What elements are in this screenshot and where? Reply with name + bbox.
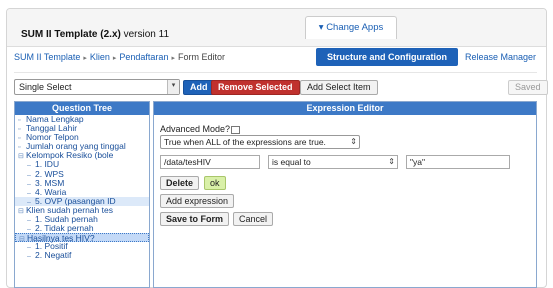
breadcrumb-app[interactable]: SUM II Template: [14, 52, 80, 62]
select-arrows-icon: ⇕: [350, 137, 357, 146]
expression-editor-panel: Expression Editor Advanced Mode? True wh…: [153, 101, 537, 288]
breadcrumb: SUM II Template ▸ Klien ▸ Pendaftaran ▸ Form E…: [14, 52, 225, 62]
operator-value: is equal to: [272, 157, 311, 167]
add-select-item-button[interactable]: Add Select Item: [300, 80, 378, 95]
breadcrumb-module[interactable]: Klien: [90, 52, 110, 62]
dropdown-arrow-icon: ▾: [167, 80, 179, 94]
expression-mode-select[interactable]: True when ALL of the expressions are tru…: [160, 135, 360, 149]
breadcrumb-current: Form Editor: [177, 52, 225, 62]
compare-value-input[interactable]: "ya": [406, 155, 510, 169]
tab-release-manager[interactable]: Release Manager: [465, 52, 536, 62]
option-icon: –: [27, 253, 31, 261]
expression-editor-title: Expression Editor: [154, 102, 536, 115]
question-path-input[interactable]: /data/tesHIV: [160, 155, 260, 169]
ok-button[interactable]: ok: [204, 176, 226, 190]
add-expression-button[interactable]: Add expression: [160, 194, 235, 208]
toolbar: Single Select ▾ Add Remove Selected Add …: [14, 76, 548, 98]
expression-mode-value: True when ALL of the expressions are tru…: [164, 137, 326, 147]
app-name: SUM II Template (2.x): [21, 29, 121, 40]
app-title: SUM II Template (2.x) version 11: [21, 29, 169, 40]
caret-down-icon: ▾: [318, 22, 324, 33]
advanced-mode-row: Advanced Mode?: [160, 124, 241, 134]
question-type-select[interactable]: Single Select ▾: [14, 79, 180, 95]
saved-button[interactable]: Saved: [508, 80, 548, 95]
tree-item-label: 2. Negatif: [35, 250, 72, 261]
change-apps-button[interactable]: ▾ Change Apps: [305, 16, 397, 39]
remove-selected-button[interactable]: Remove Selected: [211, 80, 300, 95]
question-type-value: Single Select: [19, 82, 72, 92]
chevron-right-icon: ▸: [171, 55, 175, 62]
save-to-form-button[interactable]: Save to Form: [160, 212, 230, 226]
select-arrows-icon: ⇕: [388, 157, 395, 166]
cancel-button[interactable]: Cancel: [233, 212, 274, 226]
advanced-mode-checkbox[interactable]: [231, 125, 241, 134]
chevron-right-icon: ▸: [112, 55, 117, 62]
tab-structure-configuration[interactable]: Structure and Configuration: [316, 48, 458, 66]
question-tree: ▫ Nama Lengkap ▫ Tanggal Lahir ▫ Nomor Telpon…: [15, 115, 149, 261]
add-button[interactable]: Add: [183, 80, 215, 95]
app-header: SUM II Template (2.x) version 11 ▾ Chang…: [7, 9, 546, 47]
breadcrumb-form[interactable]: Pendaftaran: [119, 52, 168, 62]
tree-option-item[interactable]: –2. Negatif: [15, 250, 149, 261]
change-apps-label: Change Apps: [326, 22, 384, 33]
delete-expression-button[interactable]: Delete: [160, 176, 200, 190]
tree-item-label: 2. Tidak pernah: [35, 223, 94, 234]
operator-select[interactable]: is equal to ⇕: [268, 155, 398, 169]
tree-option-item[interactable]: –2. Tidak pernah: [15, 223, 149, 234]
app-version: version 11: [123, 29, 170, 40]
divider: [14, 72, 537, 73]
advanced-mode-label: Advanced Mode?: [160, 124, 231, 134]
question-tree-panel: Question Tree ▫ Nama Lengkap ▫ Tanggal Lahi…: [14, 101, 150, 288]
chevron-right-icon: ▸: [83, 55, 87, 62]
